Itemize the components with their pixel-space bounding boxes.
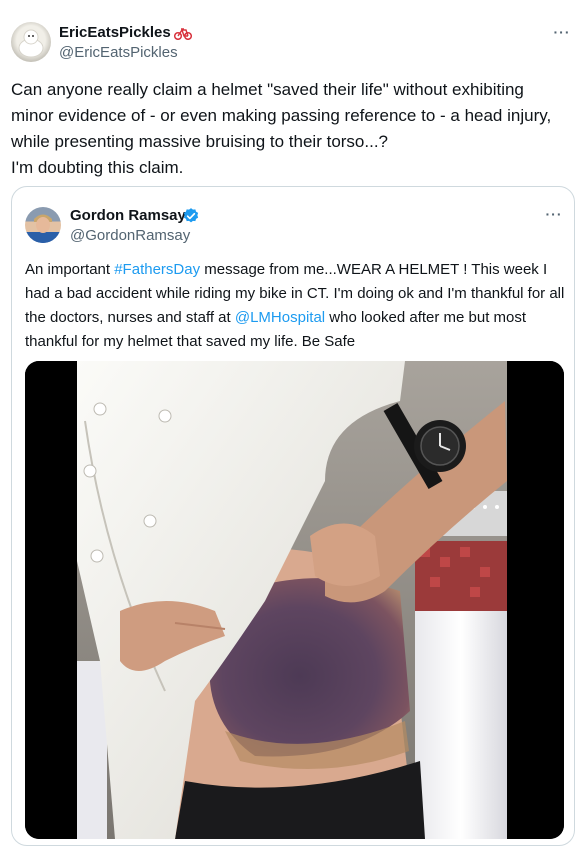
author-name[interactable]: EricEatsPickles [59, 24, 171, 41]
more-options-icon[interactable]: ··· [552, 25, 572, 43]
tweet-text-line: while presenting massive bruising to the… [11, 132, 389, 151]
tweet-text-line: minor evidence of - or even making passi… [11, 106, 552, 125]
hashtag-link[interactable]: #FathersDay [114, 261, 200, 278]
quoted-text-part: An important [25, 261, 115, 278]
quoted-media-photo[interactable] [25, 361, 564, 839]
verified-badge-icon [183, 208, 199, 223]
avatar[interactable] [11, 22, 51, 62]
tweet-text-line: I'm doubting this claim. [11, 158, 184, 177]
bicycle-icon [174, 28, 192, 40]
tweet-text-line: Can anyone really claim a helmet "saved … [11, 80, 524, 99]
quoted-author-handle[interactable]: @GordonRamsay [70, 227, 190, 244]
more-options-icon[interactable]: ··· [544, 207, 564, 225]
quoted-avatar[interactable] [25, 207, 61, 243]
author-handle[interactable]: @EricEatsPickles [59, 44, 178, 61]
mention-link[interactable]: @LMHospital [235, 309, 325, 326]
quoted-author-name[interactable]: Gordon Ramsay [70, 207, 186, 224]
tweet-text: Can anyone really claim a helmet "saved … [11, 77, 571, 181]
quoted-tweet[interactable]: Gordon Ramsay @GordonRamsay ··· An impor… [11, 186, 575, 846]
quoted-tweet-text: An important #FathersDay message from me… [25, 258, 565, 354]
